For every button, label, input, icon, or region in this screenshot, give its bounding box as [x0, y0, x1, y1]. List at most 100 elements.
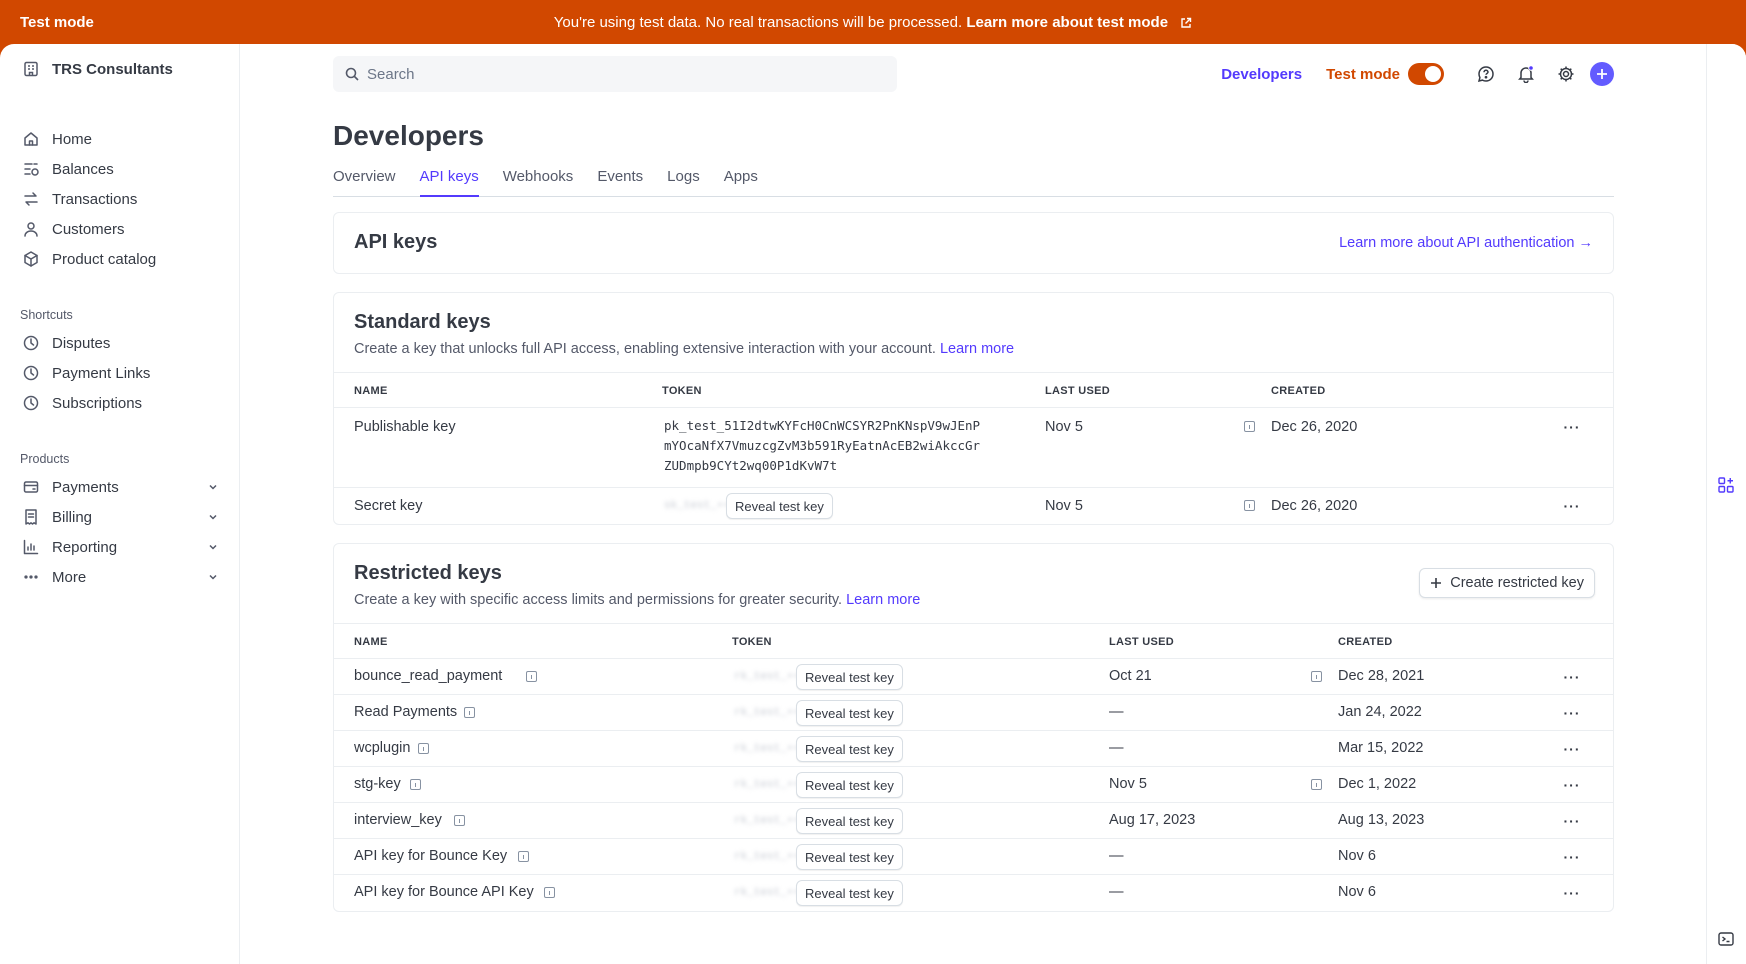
row-actions-icon[interactable]: ···: [1563, 886, 1581, 900]
restricted-keys-header: NAME TOKEN LAST USED CREATED: [334, 623, 1613, 659]
sidebar-item-label: Payments: [52, 478, 119, 496]
sidebar-item-subscriptions[interactable]: Subscriptions: [22, 391, 218, 415]
page-title: Developers: [333, 120, 484, 151]
info-icon[interactable]: [1244, 421, 1255, 432]
sidebar-item-balances[interactable]: Balances: [22, 157, 218, 181]
info-icon[interactable]: [1311, 671, 1322, 682]
product-icon: [24, 251, 38, 267]
standard-keys-header: NAME TOKEN LAST USED CREATED: [334, 372, 1613, 408]
sidebar-item-home[interactable]: Home: [22, 127, 218, 151]
create-new-button[interactable]: [1590, 62, 1614, 86]
apps-icon[interactable]: [1717, 476, 1735, 494]
info-icon[interactable]: [518, 851, 529, 862]
plus-icon: [1431, 578, 1442, 588]
create-restricted-key-label: Create restricted key: [1450, 575, 1584, 591]
sidebar-item-billing[interactable]: Billing: [22, 505, 218, 529]
col-last-used: LAST USED: [1045, 385, 1111, 397]
tab-webhooks[interactable]: Webhooks: [503, 168, 574, 197]
restricted-keys-description: Create a key with specific access limits…: [354, 592, 920, 608]
reveal-test-key-button[interactable]: Reveal test key: [796, 808, 903, 834]
table-row: stg-keyrk_test_••••••••••••••••Reveal te…: [334, 767, 1613, 803]
standard-keys-title: Standard keys: [354, 311, 491, 333]
account-switcher[interactable]: TRS Consultants: [22, 60, 173, 78]
row-actions-icon[interactable]: ···: [1563, 850, 1581, 864]
restricted-learn-more-link[interactable]: Learn more: [846, 592, 920, 608]
reveal-test-key-button[interactable]: Reveal test key: [726, 493, 833, 519]
test-mode-toggle[interactable]: [1408, 63, 1444, 85]
sidebar-item-payment-links[interactable]: Payment Links: [22, 361, 218, 385]
info-icon[interactable]: [544, 887, 555, 898]
terminal-icon[interactable]: [1717, 930, 1735, 948]
reveal-test-key-button[interactable]: Reveal test key: [796, 844, 903, 870]
standard-learn-more-link[interactable]: Learn more: [940, 341, 1014, 357]
info-icon[interactable]: [464, 707, 475, 718]
tab-overview[interactable]: Overview: [333, 168, 396, 197]
sidebar-item-transactions[interactable]: Transactions: [22, 187, 218, 211]
sidebar-item-product-catalog[interactable]: Product catalog: [22, 247, 218, 271]
more-icon: [24, 575, 38, 579]
last-used: Nov 5: [1045, 419, 1083, 435]
row-actions-icon[interactable]: ···: [1563, 778, 1581, 792]
sidebar-item-more[interactable]: More: [22, 565, 218, 589]
row-actions-icon[interactable]: ···: [1563, 670, 1581, 684]
sidebar-item-label: Billing: [52, 508, 93, 526]
key-name: bounce_read_payment: [354, 668, 503, 684]
api-auth-learn-link[interactable]: Learn more about API authentication →: [1339, 235, 1593, 251]
sidebar-item-disputes[interactable]: Disputes: [22, 331, 218, 355]
notifications-button[interactable]: [1506, 56, 1546, 92]
gear-icon: [1558, 66, 1574, 82]
sidebar-item-payments[interactable]: Payments: [22, 475, 218, 499]
settings-button[interactable]: [1546, 56, 1586, 92]
reveal-test-key-button[interactable]: Reveal test key: [796, 880, 903, 906]
reveal-test-key-button[interactable]: Reveal test key: [796, 700, 903, 726]
col-created: CREATED: [1338, 636, 1393, 648]
tab-logs[interactable]: Logs: [667, 168, 700, 197]
row-actions-icon[interactable]: ···: [1563, 742, 1581, 756]
billing-icon: [25, 509, 37, 525]
standard-keys-description: Create a key that unlocks full API acces…: [354, 341, 1014, 357]
row-actions-icon[interactable]: ···: [1563, 499, 1581, 513]
reveal-test-key-button[interactable]: Reveal test key: [796, 736, 903, 762]
reveal-test-key-button[interactable]: Reveal test key: [796, 772, 903, 798]
info-icon[interactable]: [418, 743, 429, 754]
row-actions-icon[interactable]: ···: [1563, 814, 1581, 828]
info-icon[interactable]: [526, 671, 537, 682]
plus-icon: [1597, 69, 1607, 79]
tab-api-keys[interactable]: API keys: [419, 168, 479, 197]
last-used: Nov 5: [1045, 498, 1083, 514]
search-icon: [345, 67, 359, 81]
info-icon[interactable]: [454, 815, 465, 826]
created-date: Aug 13, 2023: [1338, 812, 1425, 828]
info-icon[interactable]: [410, 779, 421, 790]
tab-events[interactable]: Events: [597, 168, 643, 197]
info-icon[interactable]: [1311, 779, 1322, 790]
shortcuts-heading: Shortcuts: [20, 308, 73, 322]
developers-link[interactable]: Developers: [1221, 66, 1302, 83]
app-frame: TRS Consultants Shortcuts Products Home B…: [0, 44, 1746, 964]
sidebar-item-customers[interactable]: Customers: [22, 217, 218, 241]
restricted-keys-card: Restricted keys Create a key with specif…: [333, 543, 1614, 912]
search-input[interactable]: Search: [333, 56, 897, 92]
create-restricted-key-button[interactable]: Create restricted key: [1419, 568, 1595, 598]
learn-test-mode-link[interactable]: Learn more about test mode: [966, 14, 1168, 31]
api-keys-card: API keys Learn more about API authentica…: [333, 212, 1614, 274]
tab-apps[interactable]: Apps: [724, 168, 758, 197]
sidebar-item-reporting[interactable]: Reporting: [22, 535, 218, 559]
last-used: —: [1109, 884, 1124, 900]
last-used: Oct 21: [1109, 668, 1152, 684]
transactions-icon: [24, 192, 38, 206]
publishable-key-token[interactable]: pk_test_51I2dtwKYFcH0CnWCSYR2PnKNspV9wJE…: [664, 416, 980, 476]
search-placeholder: Search: [367, 65, 415, 83]
sidebar: TRS Consultants Shortcuts Products Home B…: [0, 44, 240, 964]
row-actions-icon[interactable]: ···: [1563, 420, 1581, 434]
restricted-desc-text: Create a key with specific access limits…: [354, 592, 843, 608]
restricted-keys-title: Restricted keys: [354, 562, 502, 584]
help-button[interactable]: [1466, 56, 1506, 92]
row-actions-icon[interactable]: ···: [1563, 706, 1581, 720]
reveal-test-key-button[interactable]: Reveal test key: [796, 664, 903, 690]
table-row: Publishable key pk_test_51I2dtwKYFcH0CnW…: [334, 408, 1613, 488]
last-used: —: [1109, 704, 1124, 720]
key-name: Publishable key: [354, 419, 456, 435]
clock-icon: [23, 365, 39, 381]
info-icon[interactable]: [1244, 500, 1255, 511]
